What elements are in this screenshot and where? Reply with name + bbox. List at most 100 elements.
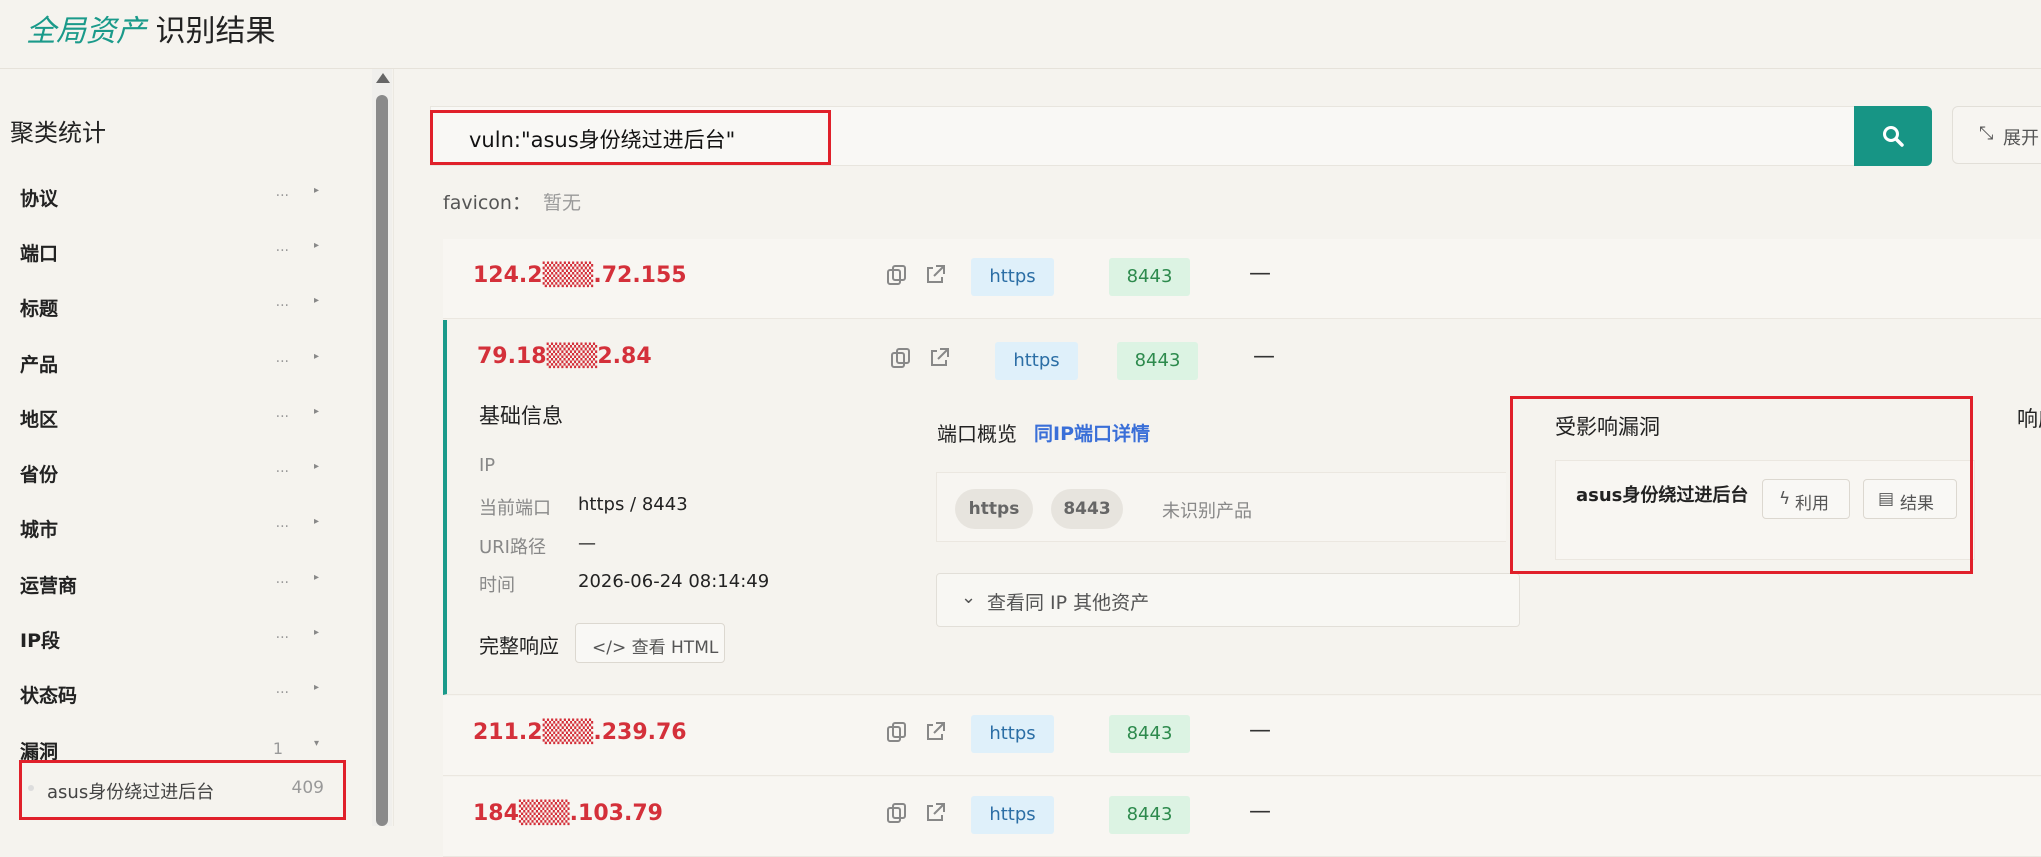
field-key: 当前端口 <box>479 498 551 519</box>
external-link-icon[interactable] <box>928 347 950 369</box>
caret-right-icon: ▸ <box>313 682 319 693</box>
protocol-tag: https <box>995 342 1078 380</box>
port-tag: 8443 <box>1109 715 1190 753</box>
sidebar-item-product[interactable]: 产品 ... ▸ <box>20 342 325 382</box>
ellipsis: ... <box>275 350 289 366</box>
copy-icon[interactable] <box>890 347 912 369</box>
port-card: https 8443 未识别产品 <box>936 472 1506 542</box>
result-ip[interactable]: 184▒▒▒.103.79 <box>473 801 663 826</box>
copy-icon[interactable] <box>886 802 908 824</box>
page-title-accent: 全局资产 <box>26 14 146 49</box>
sidebar-item-ip-segment[interactable]: IP段 ... ▸ <box>20 618 325 658</box>
ellipsis: ... <box>275 571 289 587</box>
field-value: 2026-06-24 08:14:49 <box>578 571 770 592</box>
status-value: — <box>1249 718 1271 743</box>
result-ip[interactable]: 124.2▒▒▒.72.155 <box>473 263 687 288</box>
result-row[interactable]: 211.2▒▒▒.239.76 https 8443 — <box>443 696 2041 776</box>
ellipsis: ... <box>275 294 289 310</box>
protocol-tag: https <box>971 796 1054 834</box>
sidebar-item-label: IP段 <box>20 630 60 652</box>
sidebar-item-isp[interactable]: 运营商 ... ▸ <box>20 563 325 603</box>
sidebar-item-province[interactable]: 省份 ... ▸ <box>20 452 325 492</box>
full-response-label: 完整响应 <box>479 634 559 658</box>
sidebar-item-port[interactable]: 端口 ... ▸ <box>20 231 325 271</box>
expand-label: 展开 <box>2003 128 2039 149</box>
sidebar-item-label: 运营商 <box>20 575 78 597</box>
field-value: https / 8443 <box>578 494 688 515</box>
ellipsis: ... <box>275 460 289 476</box>
search-button[interactable] <box>1854 106 1932 166</box>
caret-right-icon: ▸ <box>313 185 319 196</box>
status-value: — <box>1249 799 1271 824</box>
caret-right-icon: ▸ <box>313 351 319 362</box>
ellipsis: ... <box>275 405 289 421</box>
sidebar-item-region[interactable]: 地区 ... ▸ <box>20 397 325 437</box>
ellipsis: ... <box>275 681 289 697</box>
sidebar-item-status-code[interactable]: 状态码 ... ▸ <box>20 673 325 713</box>
port-tag: 8443 <box>1109 796 1190 834</box>
caret-right-icon: ▸ <box>313 295 319 306</box>
view-html-label: </> 查看 HTML <box>592 638 719 658</box>
result-ip[interactable]: 79.18▒▒▒2.84 <box>477 344 652 369</box>
caret-right-icon: ▸ <box>313 572 319 583</box>
search-icon <box>1883 126 1904 147</box>
compress-icon: ⤡ <box>1979 123 1994 144</box>
copy-icon[interactable] <box>886 721 908 743</box>
sidebar-item-label: 地区 <box>20 409 59 431</box>
status-value: — <box>1253 344 1275 369</box>
other-assets-button[interactable]: ⌄ 查看同 IP 其他资产 <box>936 573 1520 627</box>
ellipsis: ... <box>275 626 289 642</box>
external-link-icon[interactable] <box>924 802 946 824</box>
ellipsis: ... <box>275 515 289 531</box>
sidebar-item-label: 端口 <box>20 243 59 265</box>
favicon-label: favicon： <box>443 192 531 214</box>
caret-right-icon: ▸ <box>313 516 319 527</box>
page-title-rest: 识别结果 <box>155 14 276 49</box>
highlight-box <box>19 760 346 820</box>
page-title: 全局资产 识别结果 <box>26 6 276 50</box>
protocol-pill: https <box>955 489 1033 529</box>
response-title: 响应 <box>2017 407 2041 431</box>
caret-right-icon: ▸ <box>313 627 319 638</box>
sidebar-item-label: 状态码 <box>20 685 78 707</box>
sidebar-item-label: 标题 <box>20 298 59 320</box>
same-ip-port-link[interactable]: 同IP端口详情 <box>1034 419 1150 446</box>
result-row[interactable]: 184▒▒▒.103.79 https 8443 — <box>443 777 2041 857</box>
main-divider <box>393 69 394 826</box>
highlight-box <box>1510 396 1973 574</box>
status-value: — <box>1249 261 1271 286</box>
scroll-thumb[interactable] <box>376 95 388 826</box>
caret-down-icon: ▾ <box>313 738 319 749</box>
external-link-icon[interactable] <box>924 721 946 743</box>
sidebar-scrollbar[interactable] <box>372 69 392 826</box>
chevron-down-icon: ⌄ <box>961 587 977 608</box>
caret-right-icon: ▸ <box>313 406 319 417</box>
view-html-button[interactable]: </> 查看 HTML <box>575 623 725 663</box>
product-value: 未识别产品 <box>1162 501 1252 522</box>
sidebar-item-label: 产品 <box>20 354 59 376</box>
sidebar-title: 聚类统计 <box>10 119 106 147</box>
favicon-value: 暂无 <box>543 192 582 214</box>
port-tag: 8443 <box>1109 258 1190 296</box>
field-key: 时间 <box>479 575 515 596</box>
copy-icon[interactable] <box>886 264 908 286</box>
result-ip[interactable]: 211.2▒▒▒.239.76 <box>473 720 687 745</box>
external-link-icon[interactable] <box>924 264 946 286</box>
ellipsis: ... <box>275 239 289 255</box>
port-pill: 8443 <box>1051 489 1123 529</box>
sidebar-item-city[interactable]: 城市 ... ▸ <box>20 507 325 547</box>
field-key: IP <box>479 455 496 476</box>
scroll-up-icon[interactable] <box>376 73 390 83</box>
port-overview-title: 端口概览 <box>937 422 1017 446</box>
cluster-sidebar: 聚类统计 协议 ... ▸ 端口 ... ▸ 标题 ... ▸ 产品 ... ▸… <box>0 69 370 826</box>
sidebar-item-title[interactable]: 标题 ... ▸ <box>20 286 325 326</box>
highlight-box <box>430 110 831 165</box>
caret-right-icon: ▸ <box>313 240 319 251</box>
sidebar-item-label: 省份 <box>20 464 59 486</box>
field-key: URI路径 <box>479 537 546 558</box>
protocol-tag: https <box>971 258 1054 296</box>
vuln-count: 1 <box>272 739 283 758</box>
sidebar-item-protocol[interactable]: 协议 ... ▸ <box>20 176 325 216</box>
expand-button[interactable]: ⤡ 展开 <box>1952 106 2041 164</box>
result-row[interactable]: 124.2▒▒▒.72.155 https 8443 — <box>443 239 2041 319</box>
